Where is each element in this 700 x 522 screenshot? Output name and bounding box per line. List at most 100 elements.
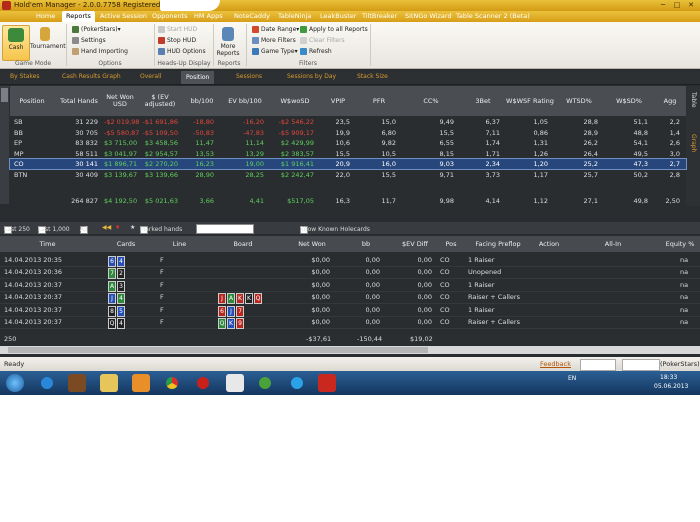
cash-button[interactable]: Cash: [2, 25, 30, 61]
star-icon[interactable]: ★: [130, 224, 135, 231]
refresh-button[interactable]: Refresh: [300, 48, 332, 55]
tab-by-stakes[interactable]: By Stakes: [10, 73, 40, 80]
side-tab-table[interactable]: Table: [690, 92, 697, 108]
col-header[interactable]: Agg: [654, 86, 686, 116]
title-bar: Hold'em Manager - 2.0.0.7758 Registered …: [0, 0, 700, 11]
table-row[interactable]: 14.04.2013 20:37 Q 4 F Q K 9 $0,00 0,00 0,00 CO Rai…: [0, 316, 700, 329]
horizontal-scrollbar[interactable]: [0, 346, 700, 354]
date-range-button[interactable]: Date Range ▾: [252, 26, 299, 33]
clear-filters-button[interactable]: Clear Filters: [300, 37, 345, 44]
apply-all-button[interactable]: Apply to all Reports: [300, 26, 368, 33]
menu-tiltbreaker[interactable]: TiltBreaker: [362, 12, 397, 20]
menu-opponents[interactable]: Opponents: [152, 12, 188, 20]
tab-stack-size[interactable]: Stack Size: [357, 73, 388, 80]
col-header[interactable]: Board: [202, 236, 284, 252]
col-header[interactable]: W$WSF Rating: [506, 86, 554, 116]
tournament-button[interactable]: Tournament: [30, 25, 66, 59]
scrollbar-thumb[interactable]: [8, 347, 428, 353]
col-header[interactable]: Facing Preflop: [464, 236, 532, 252]
col-header[interactable]: $ (EV adjusted): [136, 86, 184, 116]
col-header[interactable]: $EV Diff: [392, 236, 438, 252]
chrome-icon[interactable]: [163, 374, 181, 392]
col-header[interactable]: W$woSD: [270, 86, 320, 116]
col-header[interactable]: Equity %: [660, 236, 700, 252]
table-row[interactable]: 14.04.2013 20:37 A 3 F $0,00 0,00 0,00 CO 1 Rais…: [0, 279, 700, 292]
side-tab-graph[interactable]: Graph: [690, 134, 697, 152]
language-indicator[interactable]: EN: [568, 375, 576, 382]
table-row[interactable]: CO 30 141 $1 896,71 $2 270,20 16,23 19,00 $1 9…: [9, 158, 687, 170]
col-header[interactable]: VPIP: [320, 86, 356, 116]
col-header[interactable]: Position: [10, 86, 54, 116]
tab-sessions-by-day[interactable]: Sessions by Day: [287, 73, 336, 80]
tab-overall[interactable]: Overall: [140, 73, 161, 80]
menu-leakbuster[interactable]: LeakBuster: [320, 12, 356, 20]
media-player-icon[interactable]: [132, 374, 150, 392]
utorrent-icon[interactable]: [256, 374, 274, 392]
col-header[interactable]: EV bb/100: [220, 86, 270, 116]
hand-importing-button[interactable]: Hand Importing: [72, 48, 128, 55]
table-total-row[interactable]: 264 827 $4 192,50 $5 021,63 3,66 4,41 $517,05…: [10, 196, 686, 206]
menu-notecaddy[interactable]: NoteCaddy: [234, 12, 270, 20]
nav-back-icon[interactable]: ◀◀: [102, 224, 111, 231]
col-header[interactable]: WTSD%: [554, 86, 604, 116]
col-header[interactable]: Action: [532, 236, 566, 252]
menu-tableninja[interactable]: TableNinja: [278, 12, 311, 20]
col-header[interactable]: PFR: [356, 86, 402, 116]
game-type-button[interactable]: Game Type ▾: [252, 48, 298, 55]
stop-hud-button[interactable]: Stop HUD: [158, 37, 196, 44]
table-row[interactable]: EP 83 832 $3 715,00 $3 458,56 11,47 11,14 $2 4…: [10, 138, 686, 148]
col-header[interactable]: Time: [0, 236, 95, 252]
more-reports-button[interactable]: More Reports: [214, 25, 242, 59]
col-header[interactable]: bb/100: [184, 86, 220, 116]
start-hud-button[interactable]: Start HUD: [158, 26, 197, 33]
col-header[interactable]: Total Hands: [54, 86, 104, 116]
table-row[interactable]: MP 58 511 $3 041,97 $2 954,57 13,53 13,29 $2 3…: [10, 149, 686, 159]
close-icon[interactable]: ✕: [684, 0, 698, 10]
table-row[interactable]: 14.04.2013 20:36 7 2 F $0,00 0,00 0,00 CO Unopen…: [0, 266, 700, 280]
table-row[interactable]: 14.04.2013 20:37 8 5 F 6 J 7 $0,00 0,00 0,00 CO 1 R…: [0, 304, 700, 317]
col-header[interactable]: Line: [157, 236, 202, 252]
ie-icon[interactable]: [38, 374, 56, 392]
app-2-icon[interactable]: [318, 374, 336, 392]
col-header[interactable]: CC%: [402, 86, 460, 116]
tab-sessions[interactable]: Sessions: [236, 73, 262, 80]
menu-table-scanner[interactable]: Table Scanner 2 (Beta): [456, 12, 530, 20]
menu-hm-apps[interactable]: HM Apps: [194, 12, 223, 20]
marked-hands-dropdown[interactable]: [196, 224, 254, 234]
table-row[interactable]: 14.04.2013 20:35 6 4 F $0,00 0,00 0,00 CO 1 Rais…: [0, 254, 700, 267]
settings-button[interactable]: Settings: [72, 37, 106, 44]
col-header[interactable]: 3Bet: [460, 86, 506, 116]
tab-position[interactable]: Position: [181, 71, 215, 84]
col-header[interactable]: Net Won: [284, 236, 340, 252]
folder-icon[interactable]: [100, 374, 118, 392]
more-filters-button[interactable]: More Filters: [252, 37, 296, 44]
player-selector[interactable]: (PokerStars) ▾: [72, 26, 121, 33]
menu-sitngo-wizard[interactable]: SitNGo Wizard: [405, 12, 452, 20]
col-header[interactable]: All-In: [566, 236, 660, 252]
table-row[interactable]: BTN 30 409 $3 139,67 $3 139,66 28,90 28,25 $2 …: [10, 170, 686, 180]
start-button[interactable]: [6, 374, 24, 392]
menu-home[interactable]: Home: [36, 12, 55, 20]
table-row[interactable]: SB 31 229 -$2 019,98 -$1 691,86 -18,80 -16,20…: [10, 117, 686, 127]
holdem-manager-icon[interactable]: [68, 374, 86, 392]
maximize-icon[interactable]: □: [670, 0, 684, 10]
tab-cash-results-graph[interactable]: Cash Results Graph: [62, 73, 121, 80]
col-header[interactable]: W$SD%: [604, 86, 654, 116]
col-header[interactable]: Net Won USD: [104, 86, 136, 116]
col-header[interactable]: bb: [340, 236, 392, 252]
table-row[interactable]: BB 30 705 -$5 580,87 -$5 109,50 -50,83 -47,83…: [10, 128, 686, 138]
word-icon[interactable]: [226, 374, 244, 392]
menu-active-session[interactable]: Active Session: [100, 12, 147, 20]
col-header[interactable]: Pos: [438, 236, 464, 252]
minimize-icon[interactable]: ─: [656, 0, 670, 10]
hud-options-button[interactable]: HUD Options: [158, 48, 206, 55]
table-row[interactable]: 14.04.2013 20:37 J 4 F J A K K Q $0,00 0,00 0,00 CO R…: [0, 291, 700, 305]
stats-side-tab[interactable]: [0, 86, 9, 204]
feedback-link[interactable]: Feedback: [540, 360, 571, 368]
cell-board: JAKKQ: [218, 293, 263, 305]
pokerstars-icon[interactable]: [194, 374, 212, 392]
col-header[interactable]: Cards: [95, 236, 157, 252]
card-icon[interactable]: ♦: [115, 224, 120, 231]
menu-reports[interactable]: Reports: [62, 11, 95, 22]
skype-icon[interactable]: [288, 374, 306, 392]
